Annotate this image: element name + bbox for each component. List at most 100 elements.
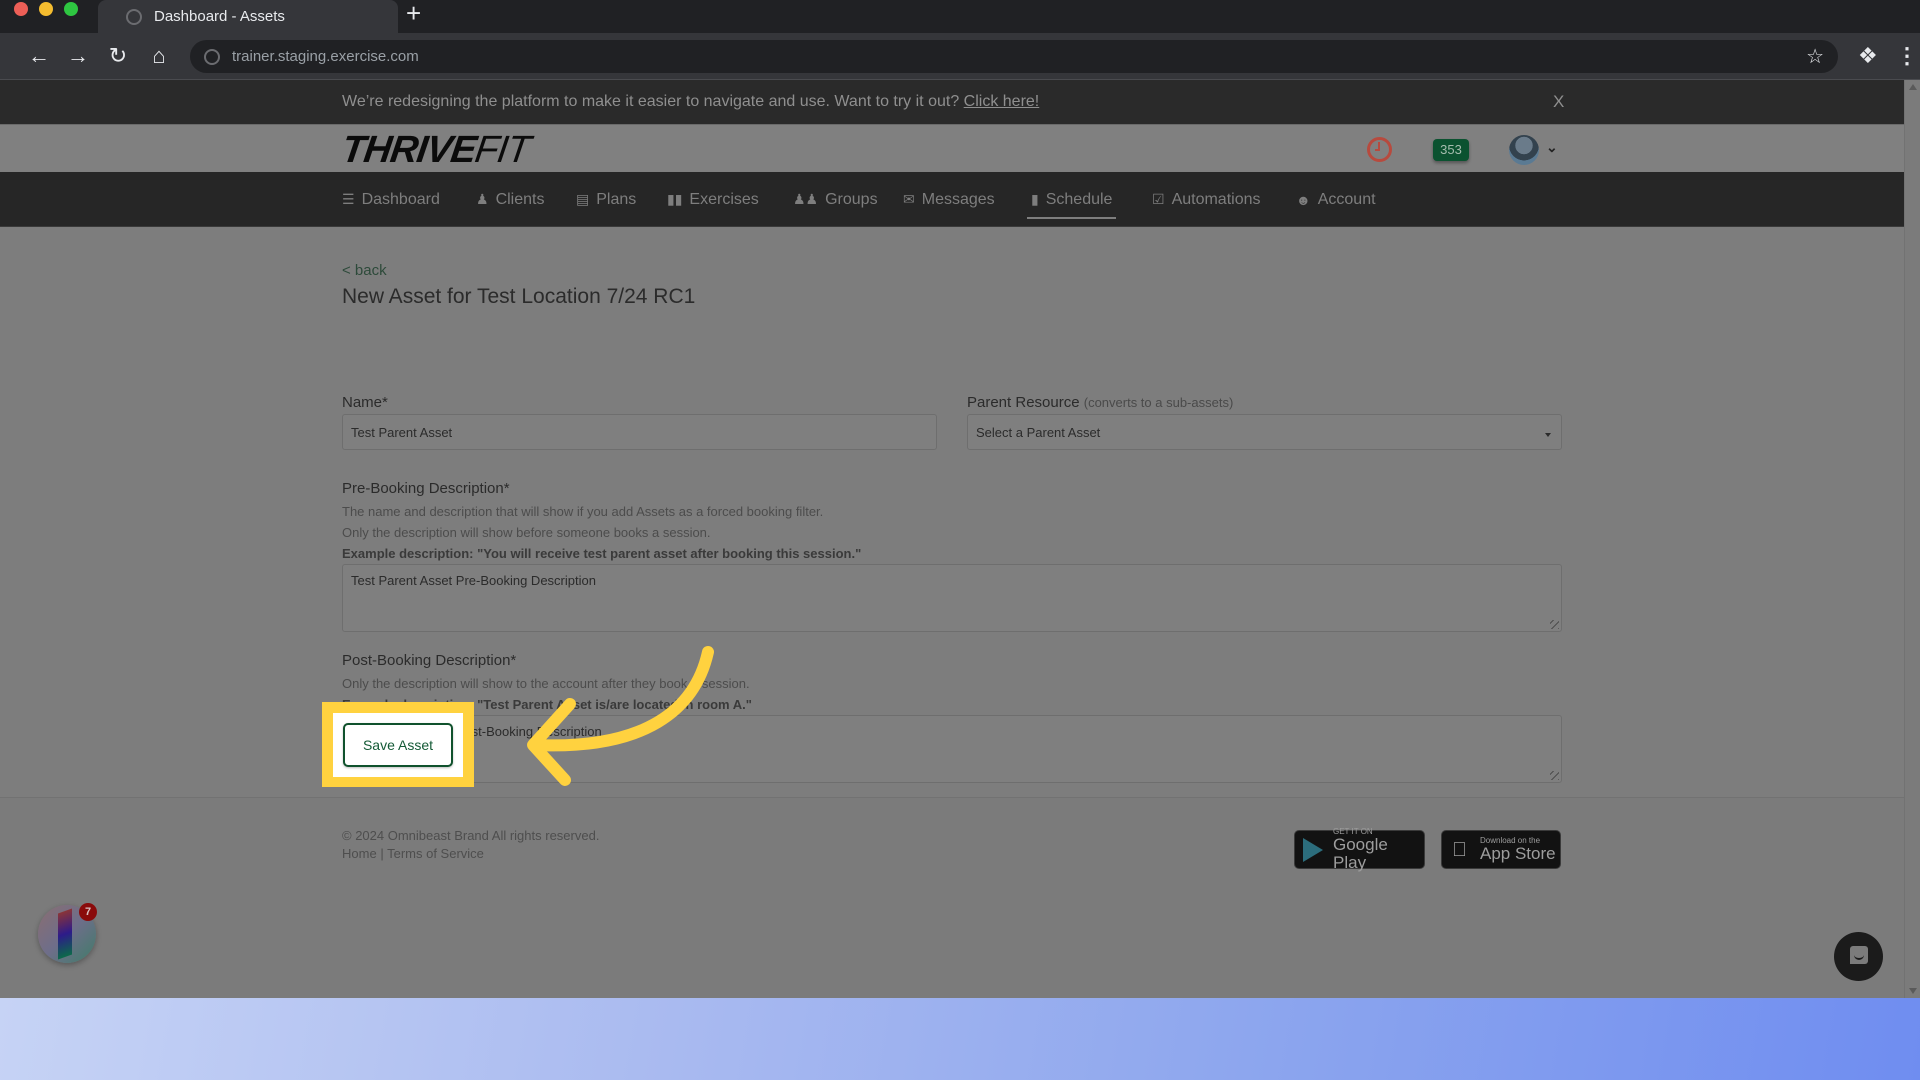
nav-label: Groups: [825, 190, 878, 208]
nav-item-clients[interactable]: ♟ Clients: [476, 172, 544, 227]
bookmark-star-icon[interactable]: ☆: [1806, 44, 1824, 69]
extensions-puzzle-icon[interactable]: ❖: [1858, 43, 1878, 69]
footer-home-link[interactable]: Home: [342, 846, 377, 861]
name-label: Name*: [342, 394, 388, 411]
nav-item-groups[interactable]: ♟♟ Groups: [793, 172, 878, 227]
nav-label: Clients: [495, 190, 545, 208]
nav-label: Exercises: [689, 190, 759, 208]
google-play-badge[interactable]: GET IT ON Google Play: [1294, 827, 1425, 872]
pre-booking-example: Example description: "You will receive t…: [342, 546, 862, 561]
thrivefit-logo[interactable]: THRIVEFIT: [339, 129, 533, 171]
pre-booking-textarea[interactable]: Test Parent Asset Pre-Booking Descriptio…: [342, 564, 1562, 632]
nav-item-schedule[interactable]: ▮ Schedule: [1026, 172, 1117, 227]
nav-item-messages[interactable]: ✉ Messages: [903, 172, 995, 227]
banner-text: We’re redesigning the platform to make i…: [342, 93, 960, 110]
scroll-down-icon[interactable]: [1909, 988, 1917, 994]
chat-launcher-button[interactable]: [1834, 932, 1883, 981]
apple-icon: : [1452, 839, 1472, 861]
page-title: New Asset for Test Location 7/24 RC1: [342, 285, 696, 308]
redesign-banner: We’re redesigning the platform to make i…: [0, 80, 1904, 124]
tab-title: Dashboard - Assets: [154, 8, 285, 25]
pre-booking-help-2: Only the description will show before so…: [342, 525, 711, 540]
nav-label: Dashboard: [361, 190, 440, 208]
dumbbell-icon: ▮▮: [667, 191, 683, 207]
site-header: THRIVEFIT 353 ⌄: [0, 124, 1904, 172]
google-play-icon: [1303, 837, 1323, 862]
nav-item-exercises[interactable]: ▮▮ Exercises: [667, 172, 759, 227]
banner-try-link[interactable]: Click here!: [964, 93, 1040, 110]
envelope-icon: ✉: [903, 191, 915, 207]
page: We’re redesigning the platform to make i…: [0, 80, 1904, 998]
list-icon: ☰: [342, 191, 355, 207]
parent-asset-select[interactable]: Select a Parent Asset: [967, 414, 1562, 450]
widget-logo-icon: [58, 908, 72, 960]
home-icon[interactable]: ⌂: [144, 41, 174, 71]
pre-booking-help-1: The name and description that will show …: [342, 504, 824, 519]
close-window-button[interactable]: [14, 2, 28, 16]
google-play-big-text: Google Play: [1333, 835, 1388, 872]
annotation-arrow-icon: [527, 646, 714, 786]
avatar[interactable]: [1509, 135, 1539, 165]
browser-tab-bar: Dashboard - Assets +: [0, 0, 1920, 33]
resize-handle-icon[interactable]: [1550, 620, 1559, 629]
browser-tab[interactable]: Dashboard - Assets: [98, 0, 398, 33]
pre-booking-label: Pre-Booking Description*: [342, 480, 510, 497]
name-input-value: Test Parent Asset: [351, 424, 453, 440]
clock-icon[interactable]: [1367, 137, 1392, 162]
parent-resource-label-text: Parent Resource: [967, 394, 1080, 411]
nav-item-dashboard[interactable]: ☰ Dashboard: [342, 172, 440, 227]
group-icon: ♟♟: [793, 191, 819, 207]
nav-item-plans[interactable]: ▤ Plans: [576, 172, 636, 227]
footer-terms-link[interactable]: Terms of Service: [387, 846, 484, 861]
url-text: trainer.staging.exercise.com: [232, 48, 419, 65]
main-nav: ☰ Dashboard ♟ Clients ▤ Plans ▮▮ Exercis…: [0, 172, 1904, 227]
maximize-window-button[interactable]: [64, 2, 78, 16]
nav-label: Messages: [921, 190, 995, 208]
user-circle-icon: ☻: [1296, 191, 1311, 208]
logo-bold-text: THRIVE: [339, 129, 479, 171]
banner-close-button[interactable]: X: [1553, 92, 1564, 112]
globe-icon: [126, 8, 142, 25]
desktop-background: [0, 998, 1920, 1080]
parent-asset-selected: Select a Parent Asset: [976, 424, 1101, 440]
copyright-text: © 2024 Omnibeast Brand All rights reserv…: [342, 828, 600, 843]
parent-resource-label: Parent Resource (converts to a sub-asset…: [967, 394, 1233, 411]
app-store-big-text: App Store: [1480, 844, 1556, 863]
nav-item-account[interactable]: ☻ Account: [1296, 172, 1376, 227]
page-scrollbar[interactable]: [1904, 80, 1920, 998]
scroll-up-icon[interactable]: [1909, 84, 1917, 90]
browser-menu-icon[interactable]: ⋮: [1896, 41, 1918, 71]
resize-handle-icon[interactable]: [1550, 771, 1559, 780]
site-info-icon[interactable]: [204, 48, 220, 65]
pre-booking-value: Test Parent Asset Pre-Booking Descriptio…: [351, 573, 596, 588]
nav-label: Automations: [1171, 190, 1261, 208]
user-icon: ♟: [476, 191, 489, 207]
new-tab-button[interactable]: +: [406, 0, 421, 28]
site-footer: © 2024 Omnibeast Brand All rights reserv…: [0, 797, 1904, 998]
back-arrow-icon[interactable]: ←: [24, 41, 54, 71]
notification-count-badge[interactable]: 353: [1433, 139, 1469, 161]
save-asset-button[interactable]: Save Asset: [343, 723, 453, 767]
name-input[interactable]: Test Parent Asset: [342, 414, 937, 450]
nav-item-automations[interactable]: ☑ Automations: [1152, 172, 1261, 227]
nav-label: Schedule: [1045, 190, 1113, 208]
book-icon: ▮: [1031, 191, 1039, 207]
parent-resource-hint: (converts to a sub-assets): [1083, 395, 1234, 410]
post-booking-label: Post-Booking Description*: [342, 652, 517, 669]
caret-down-icon: [1545, 433, 1551, 437]
reload-icon[interactable]: ↻: [103, 41, 133, 71]
footer-links: Home | Terms of Service: [342, 846, 484, 861]
clipboard-icon: ▤: [576, 191, 590, 207]
nav-label: Account: [1317, 190, 1376, 208]
logo-light-text: FIT: [472, 129, 533, 171]
nav-label: Plans: [596, 190, 637, 208]
forward-arrow-icon[interactable]: →: [63, 41, 93, 71]
app-store-badge[interactable]:  Download on the App Store: [1441, 830, 1561, 869]
address-bar[interactable]: trainer.staging.exercise.com ☆: [190, 40, 1838, 73]
browser-toolbar: ← → ↻ ⌂ trainer.staging.exercise.com ☆ ❖…: [0, 33, 1920, 80]
back-link[interactable]: < back: [342, 262, 387, 279]
chevron-down-icon[interactable]: ⌄: [1546, 139, 1558, 156]
minimize-window-button[interactable]: [39, 2, 53, 16]
banner-message: We’re redesigning the platform to make i…: [342, 93, 1039, 111]
widget-badge: 7: [79, 903, 97, 921]
